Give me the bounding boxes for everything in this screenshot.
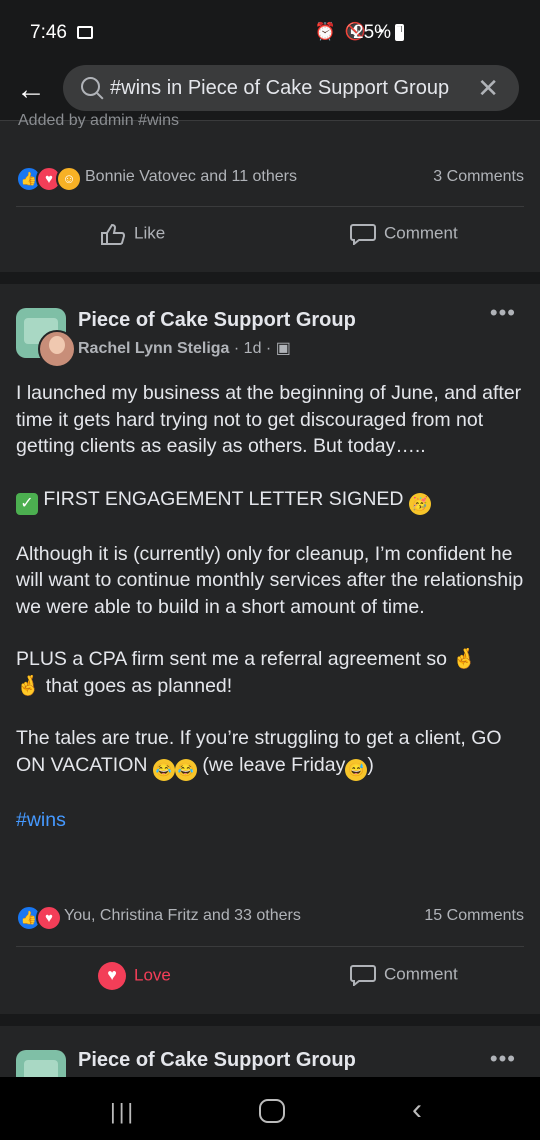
comment-icon <box>350 224 376 245</box>
love-button[interactable]: ♥ Love <box>98 962 171 992</box>
post-paragraph: PLUS a CPA firm sent me a referral agree… <box>16 646 526 699</box>
search-query[interactable]: #wins in Piece of Cake Support Group <box>110 77 449 100</box>
post-text: ) <box>367 753 374 776</box>
more-options-icon[interactable]: ••• <box>490 300 516 326</box>
more-options-icon[interactable]: ••• <box>490 1046 516 1072</box>
love-reaction-icon: ♥ <box>36 905 62 931</box>
post-body: I launched my business at the beginning … <box>16 380 526 859</box>
reactions-summary[interactable]: 👍 ♥ You, Christina Fritz and 33 others 1… <box>16 905 524 931</box>
battery-icon <box>395 24 404 41</box>
love-label: Love <box>134 965 171 985</box>
post-text: FIRST ENGAGEMENT LETTER SIGNED <box>43 487 404 510</box>
author-line: Rachel Lynn Steliga · 1d · ▣ <box>78 340 291 357</box>
laughing-emoji-icon: 😂 <box>152 758 175 781</box>
status-time: 7:46 <box>30 22 67 43</box>
party-face-emoji-icon: 🥳 <box>408 492 431 515</box>
thumbs-up-icon <box>101 223 126 245</box>
comment-label: Comment <box>384 223 458 243</box>
back-arrow-icon[interactable]: ← <box>16 74 48 106</box>
post-card: Piece of Cake Support Group Rachel Lynn … <box>0 284 540 1014</box>
comment-button[interactable]: Comment <box>350 223 458 253</box>
comment-label: Comment <box>384 964 458 984</box>
hashtag-link[interactable]: #wins <box>16 807 526 834</box>
post-card-next: Piece of Cake Support Group ••• <box>0 1026 540 1077</box>
gallery-notification-icon <box>77 26 93 39</box>
author-name[interactable]: Rachel Lynn Steliga <box>78 340 229 357</box>
like-button[interactable]: Like <box>100 223 165 253</box>
recent-apps-icon[interactable]: ||| <box>110 1099 136 1125</box>
post-card-previous: Added by admin #wins 👍 ♥ ☺ Bonnie Vatove… <box>0 112 540 272</box>
post-paragraph: ✓ FIRST ENGAGEMENT LETTER SIGNED 🥳 <box>16 486 526 515</box>
post-paragraph: Although it is (currently) only for clea… <box>16 542 524 618</box>
author-avatar[interactable] <box>38 330 76 368</box>
group-privacy-icon: ▣ <box>275 340 291 357</box>
crossed-fingers-emoji-icon: 🤞 <box>452 648 477 670</box>
clear-search-icon[interactable]: ✕ <box>477 73 499 104</box>
love-icon: ♥ <box>98 962 126 990</box>
laughing-emoji-icon: 😂 <box>174 758 197 781</box>
care-reaction-icon: ☺ <box>56 166 82 192</box>
comments-count[interactable]: 15 Comments <box>424 907 524 925</box>
check-mark-icon: ✓ <box>16 492 38 515</box>
post-paragraph: I launched my business at the beginning … <box>16 382 522 457</box>
post-paragraph: The tales are true. If you’re struggling… <box>16 725 526 781</box>
post-peek-text: Added by admin #wins <box>18 112 179 128</box>
post-text: PLUS a CPA firm sent me a referral agree… <box>16 648 447 670</box>
back-nav-icon[interactable]: ‹ <box>412 1093 422 1127</box>
comment-button[interactable]: Comment <box>350 964 458 994</box>
system-nav-bar: ||| ‹ <box>0 1077 540 1140</box>
group-name[interactable]: Piece of Cake Support Group <box>78 1049 356 1072</box>
comments-count[interactable]: 3 Comments <box>433 168 524 186</box>
post-text: (we leave Friday <box>202 753 346 776</box>
divider <box>16 206 524 207</box>
group-name[interactable]: Piece of Cake Support Group <box>78 309 356 332</box>
home-icon[interactable] <box>259 1099 285 1123</box>
status-bar: 7:46 ⏰ 🔇 ◔ ▮ 25% <box>0 0 540 62</box>
divider <box>16 946 524 947</box>
like-label: Like <box>134 223 166 243</box>
crossed-fingers-emoji-icon: 🤞 <box>16 674 41 697</box>
search-icon <box>81 77 100 96</box>
comment-icon <box>350 965 376 986</box>
post-text: that goes as planned! <box>45 674 233 697</box>
search-field[interactable]: #wins in Piece of Cake Support Group ✕ <box>63 65 519 111</box>
group-avatar[interactable] <box>16 1050 66 1077</box>
reactions-text: You, Christina Fritz and 33 others <box>64 907 301 924</box>
battery-percent: 25% <box>353 22 392 43</box>
reactions-text: Bonnie Vatovec and 11 others <box>85 168 297 185</box>
sweat-smile-emoji-icon: 😅 <box>345 758 368 781</box>
reactions-summary[interactable]: 👍 ♥ ☺ Bonnie Vatovec and 11 others 3 Com… <box>16 166 524 192</box>
post-time[interactable]: 1d <box>244 340 262 357</box>
